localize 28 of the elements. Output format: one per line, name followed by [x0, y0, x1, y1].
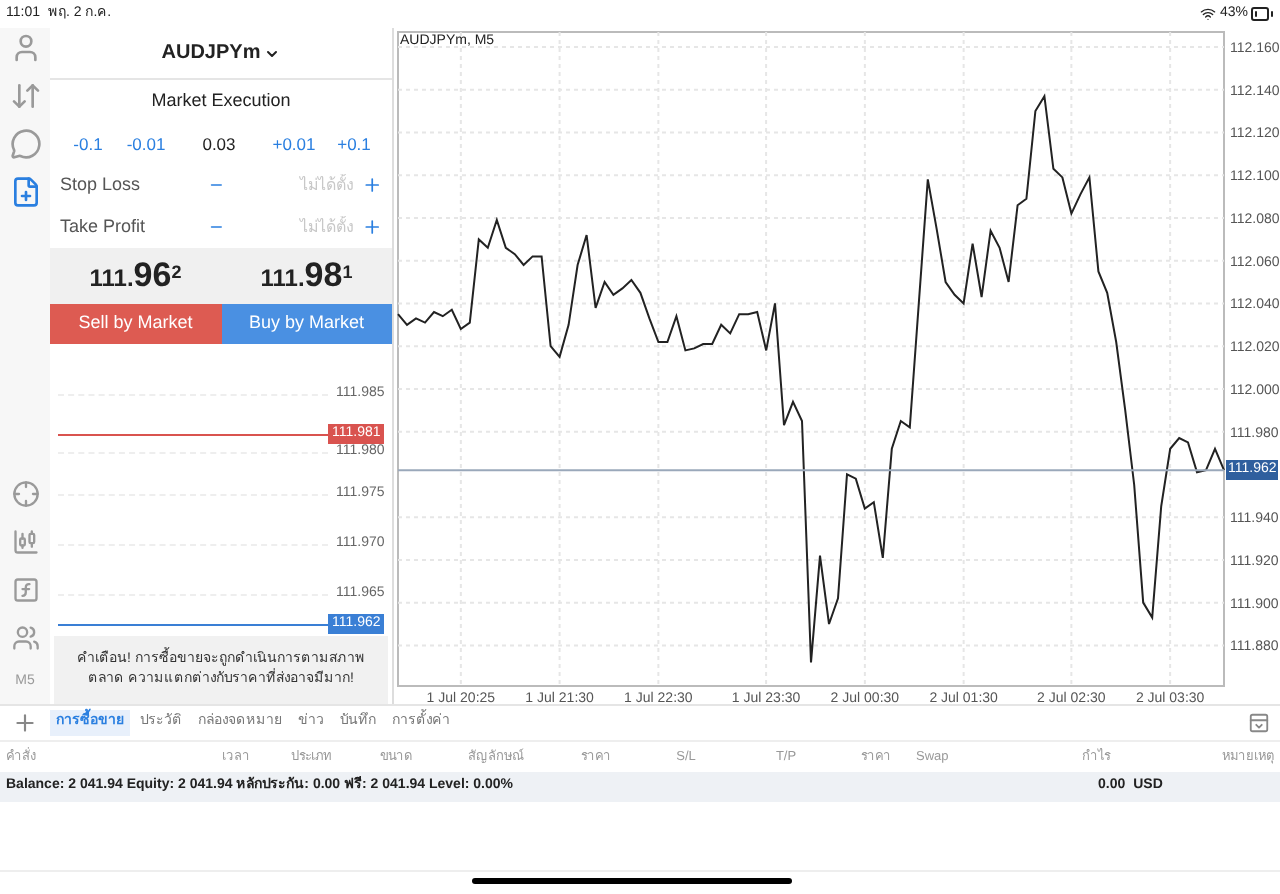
people-icon[interactable] — [11, 623, 39, 651]
document-plus-icon[interactable] — [9, 176, 41, 208]
volume-step-button[interactable]: -0.01 — [126, 131, 166, 157]
wifi-icon — [1199, 6, 1216, 22]
panel-icon[interactable] — [1248, 712, 1270, 734]
quote-price: 111.98$^{1}$ — [260, 258, 353, 294]
add-icon[interactable] — [12, 710, 38, 736]
buy-button[interactable]: Buy by Market — [221, 304, 392, 344]
plus-icon[interactable] — [361, 174, 383, 196]
plus-icon[interactable] — [361, 216, 383, 238]
volume-step-button[interactable]: +0.01 — [272, 131, 316, 157]
battery-icon — [1250, 2, 1274, 26]
candlestick-icon[interactable] — [11, 527, 39, 555]
caret-icon — [264, 45, 281, 61]
field-label: Take Profit — [60, 213, 148, 240]
volume-value: 0.03 — [202, 131, 236, 157]
volume-step-button[interactable]: -0.1 — [73, 131, 103, 157]
field-label: Stop Loss — [60, 171, 143, 198]
chat-icon[interactable] — [9, 128, 41, 160]
execution-type: Market Execution — [151, 88, 291, 115]
arrows-icon[interactable] — [9, 80, 41, 112]
sell-button[interactable]: Sell by Market — [50, 304, 221, 344]
crosshair-icon[interactable] — [11, 479, 39, 507]
function-icon[interactable] — [11, 575, 39, 603]
symbol-selector[interactable]: AUDJPYm — [161, 38, 281, 68]
person-icon[interactable] — [9, 32, 41, 64]
quote-price: 111.96$^{2}$ — [89, 258, 182, 294]
volume-step-button[interactable]: +0.1 — [337, 131, 371, 157]
